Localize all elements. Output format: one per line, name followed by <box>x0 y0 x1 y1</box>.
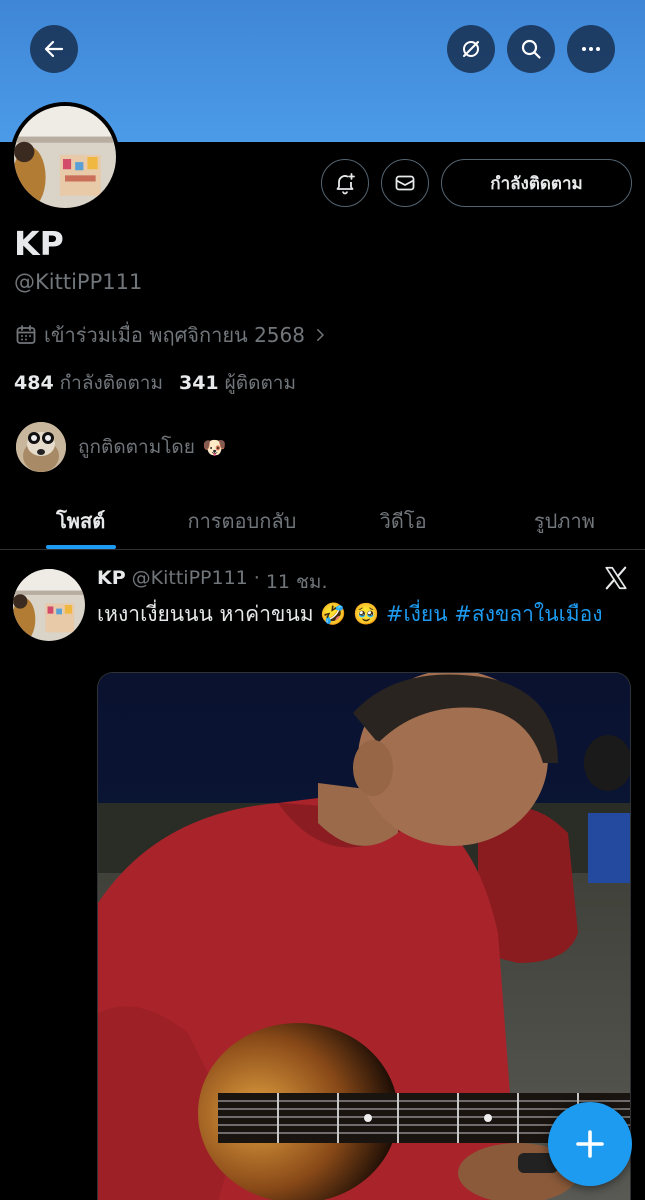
post-body: เหงาเงี่ยนนน หาค่าขนม 🤣 🥹 <box>97 602 380 626</box>
compose-button[interactable] <box>548 1102 632 1186</box>
x-logo-icon <box>605 566 627 590</box>
search-button[interactable] <box>507 25 555 73</box>
post-time[interactable]: 11 ชม. <box>266 567 328 597</box>
following-count: 484 <box>14 372 54 394</box>
post-avatar[interactable] <box>13 569 85 641</box>
joined-label: เข้าร่วมเมื่อ พฤศจิกายน 2568 <box>44 323 305 347</box>
following-stat[interactable]: 484 กำลังติดตาม <box>14 368 163 398</box>
followed-by-label: ถูกติดตามโดย <box>78 436 195 458</box>
plus-icon <box>576 1130 604 1158</box>
notify-button[interactable] <box>321 159 369 207</box>
profile-tabs: โพสต์ การตอบกลับ วิดีโอ รูปภาพ <box>0 492 645 550</box>
post-text: เหงาเงี่ยนนน หาค่าขนม 🤣 🥹 #เงี่ยน #สงขลา… <box>97 598 617 630</box>
tab-replies[interactable]: การตอบกลับ <box>161 492 322 549</box>
calendar-icon <box>16 325 36 344</box>
post-handle[interactable]: @KittiPP111 <box>132 567 248 597</box>
profile-avatar[interactable] <box>10 102 120 212</box>
profile-name: KP <box>14 224 64 263</box>
followers-stat[interactable]: 341 ผู้ติดตาม <box>179 368 296 398</box>
follower-avatar <box>16 422 66 472</box>
back-arrow-icon <box>44 40 64 58</box>
followed-by-emoji: 🐶 <box>202 436 227 459</box>
followers-label: ผู้ติดตาม <box>224 372 296 394</box>
post-photo <box>98 673 630 1200</box>
followers-count: 341 <box>178 372 219 394</box>
follow-stats: 484 กำลังติดตาม 341 ผู้ติดตาม <box>14 368 296 398</box>
followed-by-text: ถูกติดตามโดย 🐶 <box>78 432 227 462</box>
post-author[interactable]: KP <box>97 567 126 597</box>
grok-button[interactable] <box>447 25 495 73</box>
chevron-right-icon <box>316 329 324 341</box>
post-media[interactable] <box>97 672 631 1200</box>
tab-posts[interactable]: โพสต์ <box>0 492 161 549</box>
hashtag-1[interactable]: #เงี่ยน <box>386 602 448 626</box>
search-icon <box>521 39 541 59</box>
post-separator: · <box>253 567 260 589</box>
envelope-icon <box>395 175 415 191</box>
back-button[interactable] <box>30 25 78 73</box>
avatar-image <box>12 106 116 208</box>
more-icon <box>582 47 600 51</box>
bell-plus-icon <box>336 173 355 195</box>
joined-date[interactable]: เข้าร่วมเมื่อ พฤศจิกายน 2568 <box>14 320 329 350</box>
tab-videos[interactable]: วิดีโอ <box>323 492 484 549</box>
grok-icon <box>463 41 479 57</box>
profile-handle: @KittiPP111 <box>14 270 143 294</box>
following-button[interactable]: กำลังติดตาม <box>441 159 632 207</box>
tab-photos[interactable]: รูปภาพ <box>484 492 645 549</box>
message-button[interactable] <box>381 159 429 207</box>
hashtag-2[interactable]: #สงขลาในเมือง <box>454 602 602 626</box>
more-button[interactable] <box>567 25 615 73</box>
post-header: KP @KittiPP111 · 11 ชม. <box>97 567 328 597</box>
followed-by-row[interactable]: ถูกติดตามโดย 🐶 <box>16 422 227 472</box>
following-label: กำลังติดตาม <box>59 372 163 394</box>
